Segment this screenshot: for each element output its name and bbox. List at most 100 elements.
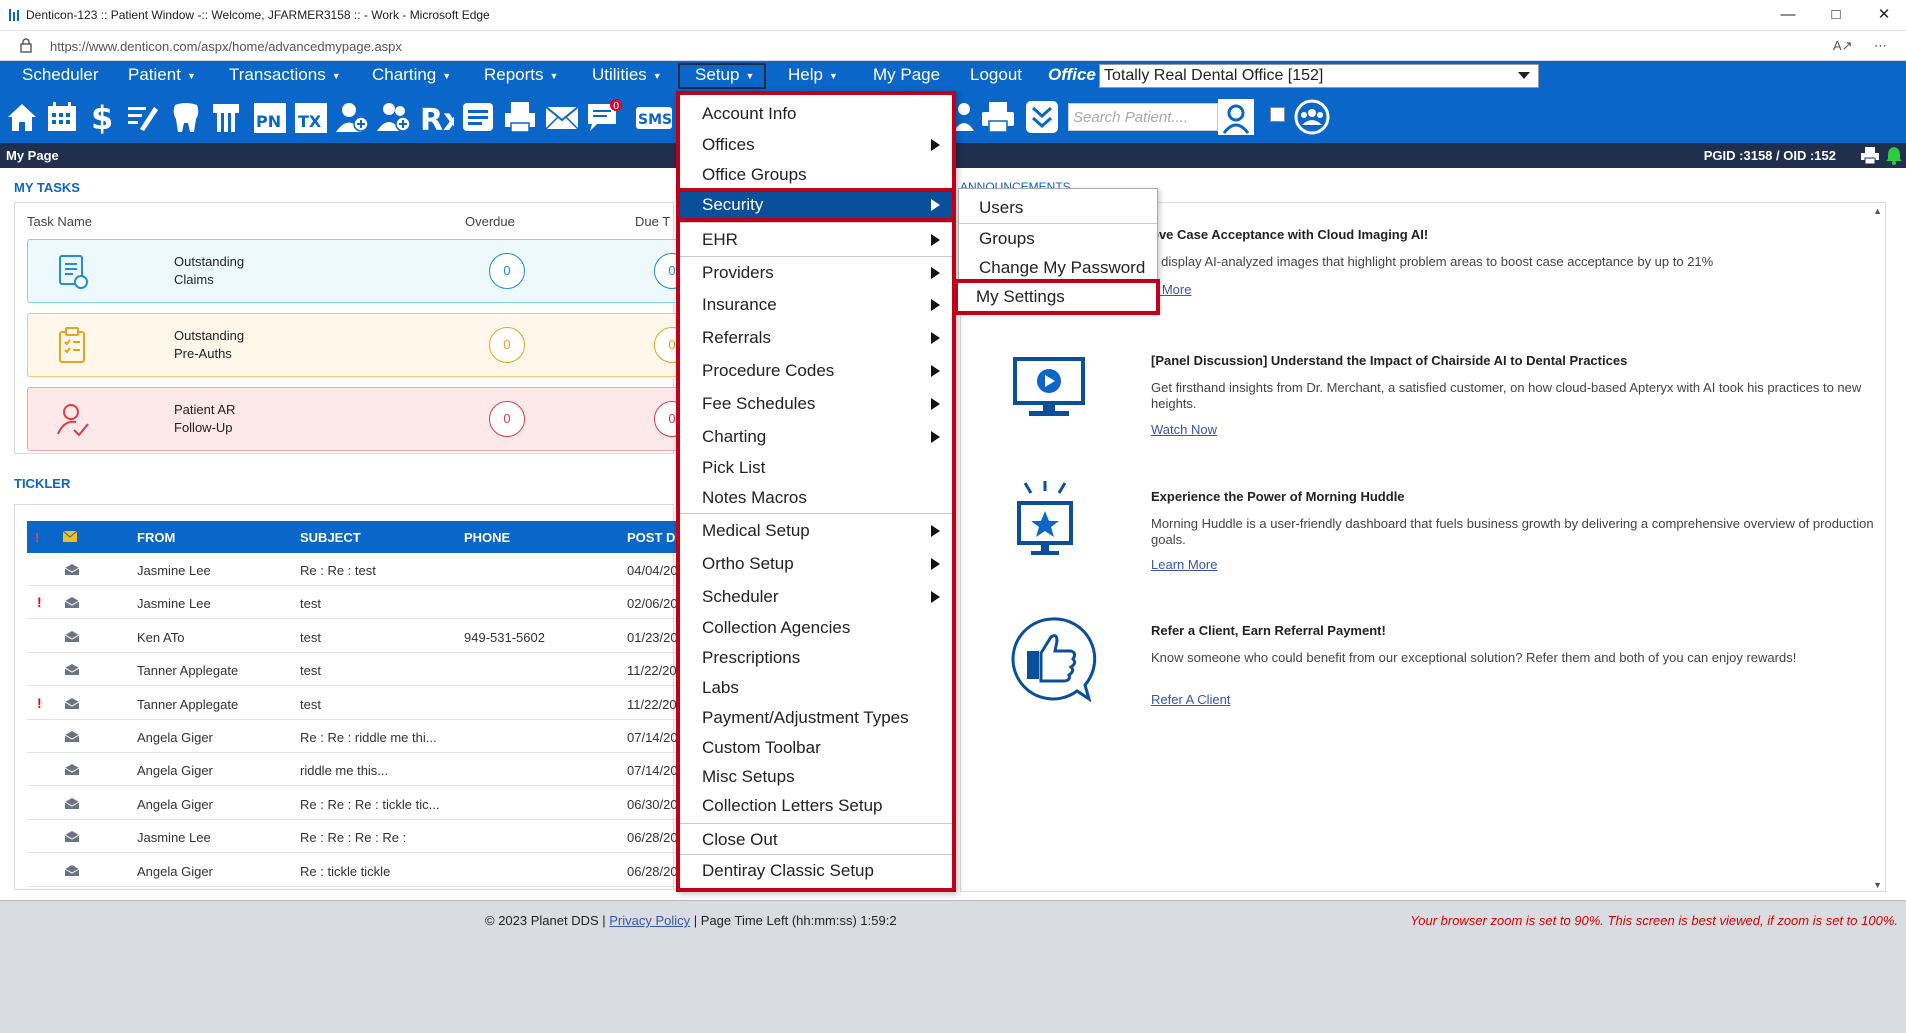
address-bar[interactable]: https://www.denticon.com/aspx/home/advan…: [0, 31, 1906, 61]
setup-menu-item-custom-toolbar[interactable]: Custom Toolbar: [680, 733, 952, 762]
tooth-icon[interactable]: [168, 99, 204, 135]
setup-menu-item-referrals[interactable]: Referrals: [680, 321, 952, 354]
setup-menu-item-insurance[interactable]: Insurance: [680, 288, 952, 321]
privacy-policy-link[interactable]: Privacy Policy: [609, 913, 690, 928]
users-search-icon[interactable]: [1294, 99, 1330, 135]
menu-item-label: Office Groups: [702, 165, 807, 184]
announcement-text: Morning Huddle is a user-friendly dashbo…: [1151, 516, 1874, 547]
announcement-link[interactable]: Learn More: [1151, 557, 1217, 572]
setup-menu-item-account-info[interactable]: Account Info: [680, 99, 952, 129]
setup-menu-item-procedure-codes[interactable]: Procedure Codes: [680, 354, 952, 387]
nav-patient[interactable]: Patient ▼: [128, 65, 196, 85]
treatment-plan-icon[interactable]: TX: [293, 99, 329, 135]
document-icon[interactable]: [460, 99, 496, 135]
submenu-item-my-settings[interactable]: My Settings: [954, 279, 1160, 315]
print-document-icon[interactable]: [502, 99, 538, 135]
print-icon[interactable]: [1860, 147, 1880, 164]
patient-search-icon[interactable]: [1218, 99, 1254, 135]
scroll-up-arrow[interactable]: ▲: [1873, 206, 1882, 216]
setup-menu-item-notes-macros[interactable]: Notes Macros: [680, 483, 952, 513]
setup-menu-item-payment-adjustment-types[interactable]: Payment/Adjustment Types: [680, 703, 952, 733]
overdue-count[interactable]: 0: [489, 401, 525, 437]
patient-search-input[interactable]: Search Patient....: [1068, 103, 1218, 131]
tickler-row[interactable]: Angela Giger Re : Re : riddle me thi... 07…: [27, 720, 687, 753]
tickler-row[interactable]: ! Tanner Applegate test 11/22/20: [27, 687, 687, 720]
setup-menu-item-medical-setup[interactable]: Medical Setup: [680, 513, 952, 547]
setup-menu-item-collection-letters-setup[interactable]: Collection Letters Setup: [680, 791, 952, 821]
setup-menu-item-providers[interactable]: Providers: [680, 256, 952, 288]
submenu-item-groups[interactable]: Groups: [959, 223, 1157, 253]
setup-menu-item-ortho-setup[interactable]: Ortho Setup: [680, 547, 952, 580]
toolbar-checkbox[interactable]: [1270, 107, 1285, 122]
minimize-button[interactable]: —: [1774, 5, 1802, 25]
setup-menu-item-ehr[interactable]: EHR: [680, 222, 952, 256]
setup-menu-item-close-out[interactable]: Close Out: [680, 823, 952, 854]
edit-notes-icon[interactable]: [124, 99, 160, 135]
printer-icon[interactable]: [980, 99, 1016, 135]
more-options-icon[interactable]: ⋯: [1874, 38, 1887, 54]
announcement-link[interactable]: Watch Now: [1151, 422, 1217, 437]
setup-menu-item-scheduler[interactable]: Scheduler: [680, 580, 952, 613]
sms-icon[interactable]: SMS: [636, 99, 672, 135]
nav-setup[interactable]: Setup ▼: [695, 65, 754, 85]
tickler-row[interactable]: Angela Giger Re : tickle tickle 06/28/20: [27, 854, 687, 887]
svg-text:PN: PN: [256, 112, 281, 131]
setup-menu-item-prescriptions[interactable]: Prescriptions: [680, 643, 952, 673]
add-patient-icon[interactable]: [334, 99, 370, 135]
nav-utilities[interactable]: Utilities ▼: [592, 65, 662, 85]
family-add-icon[interactable]: [376, 99, 412, 135]
maximize-button[interactable]: □: [1822, 5, 1850, 25]
setup-menu-item-charting[interactable]: Charting: [680, 420, 952, 453]
setup-menu-item-office-groups[interactable]: Office Groups: [680, 161, 952, 188]
nav-reports[interactable]: Reports ▼: [484, 65, 558, 85]
nav-scheduler[interactable]: Scheduler: [22, 65, 99, 85]
from-header[interactable]: FROM: [137, 530, 175, 545]
calendar-icon[interactable]: [44, 99, 80, 135]
envelope-icon: [65, 664, 79, 676]
notification-bell-icon[interactable]: [1884, 145, 1904, 165]
announcement-link[interactable]: Refer A Client: [1151, 692, 1231, 707]
tickler-row[interactable]: Tanner Applegate test 11/22/20: [27, 653, 687, 687]
close-window-button[interactable]: ✕: [1870, 5, 1898, 25]
task-patient-ar-followup[interactable]: Patient AR Follow-Up 0 0: [27, 387, 690, 451]
setup-menu-item-labs[interactable]: Labs: [680, 673, 952, 703]
setup-menu-item-dentiray-classic-setup[interactable]: Dentiray Classic Setup: [680, 854, 952, 886]
submenu-item-users[interactable]: Users: [959, 193, 1157, 223]
nav-transactions[interactable]: Transactions ▼: [229, 65, 341, 85]
url-text[interactable]: https://www.denticon.com/aspx/home/advan…: [50, 39, 402, 54]
mail-icon[interactable]: [544, 99, 580, 135]
collapse-down-icon[interactable]: [1024, 99, 1060, 135]
tickler-row[interactable]: Angela Giger riddle me this... 07/14/20: [27, 753, 687, 787]
setup-menu-item-misc-setups[interactable]: Misc Setups: [680, 762, 952, 791]
read-aloud-icon[interactable]: A↗: [1833, 38, 1853, 54]
nav-my-page[interactable]: My Page: [873, 65, 940, 85]
scroll-down-arrow[interactable]: ▼: [1873, 880, 1882, 890]
nav-logout[interactable]: Logout: [970, 65, 1022, 85]
overdue-count[interactable]: 0: [489, 327, 525, 363]
tickler-post-date: 11/22/20: [627, 696, 677, 712]
nav-help[interactable]: Help ▼: [788, 65, 838, 85]
tickler-row[interactable]: Jasmine Lee Re : Re : test 04/04/20: [27, 553, 687, 586]
office-select[interactable]: Totally Real Dental Office [152]: [1099, 64, 1539, 88]
setup-menu-item-collection-agencies[interactable]: Collection Agencies: [680, 613, 952, 643]
tickler-row[interactable]: Jasmine Lee Re : Re : Re : Re : 06/28/20: [27, 820, 687, 854]
multi-tooth-icon[interactable]: [208, 99, 244, 135]
home-icon[interactable]: [4, 99, 40, 135]
message-icon[interactable]: 0: [586, 99, 622, 135]
prescription-icon[interactable]: Rx: [418, 99, 454, 135]
task-outstanding-preauths[interactable]: Outstanding Pre-Auths 0 0: [27, 313, 690, 377]
setup-menu-item-pick-list[interactable]: Pick List: [680, 453, 952, 483]
setup-menu-item-security[interactable]: Security: [676, 188, 956, 222]
nav-charting[interactable]: Charting ▼: [372, 65, 451, 85]
progress-notes-icon[interactable]: PN: [252, 99, 288, 135]
phone-header[interactable]: PHONE: [464, 530, 510, 545]
setup-menu-item-fee-schedules[interactable]: Fee Schedules: [680, 387, 952, 420]
subject-header[interactable]: SUBJECT: [300, 530, 361, 545]
tickler-row[interactable]: Angela Giger Re : Re : Re : tickle tic...…: [27, 787, 687, 820]
setup-menu-item-offices[interactable]: Offices: [680, 129, 952, 161]
tickler-row[interactable]: ! Jasmine Lee test 02/06/20: [27, 586, 687, 620]
dollar-icon[interactable]: $: [84, 99, 120, 135]
tickler-row[interactable]: Ken ATo test 949-531-5602 01/23/20: [27, 620, 687, 653]
overdue-count[interactable]: 0: [489, 253, 525, 289]
task-outstanding-claims[interactable]: Outstanding Claims 0 0: [27, 239, 690, 303]
